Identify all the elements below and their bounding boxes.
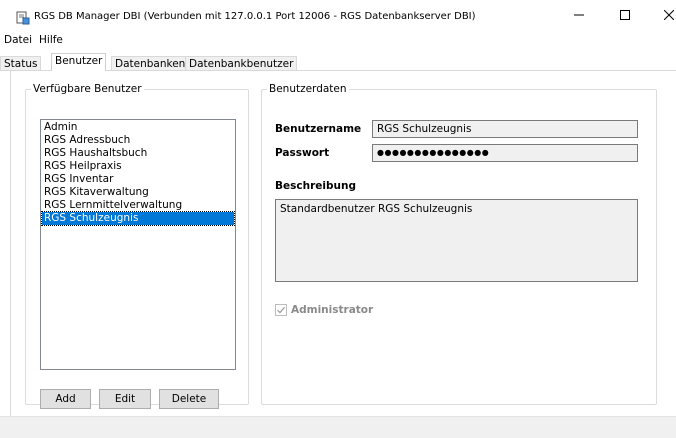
user-details-group: Benutzerdaten Benutzername RGS Schulzeug…: [261, 83, 657, 405]
administrator-label: Administrator: [291, 304, 374, 316]
menu-bar: Datei Hilfe: [0, 30, 676, 50]
edit-user-button[interactable]: Edit: [99, 389, 151, 409]
list-item[interactable]: RGS Heilpraxis: [42, 160, 234, 173]
description-field[interactable]: Standardbenutzer RGS Schulzeugnis: [275, 199, 638, 282]
title-bar: RGS DB Manager DBI (Verbunden mit 127.0.…: [0, 0, 676, 30]
password-field[interactable]: ●●●●●●●●●●●●●●●: [372, 144, 638, 162]
close-icon: [664, 10, 674, 20]
tab-datenbankbenutzer[interactable]: Datenbankbenutzer: [185, 56, 298, 71]
minimize-icon: [574, 14, 584, 16]
list-item[interactable]: RGS Kitaverwaltung: [42, 186, 234, 199]
list-item[interactable]: RGS Haushaltsbuch: [42, 147, 234, 160]
maximize-icon: [620, 10, 630, 20]
available-users-group: Verfügbare Benutzer Admin RGS Adressbuch R…: [25, 83, 249, 409]
minimize-button[interactable]: [556, 0, 602, 30]
tab-datenbanken[interactable]: Datenbanken: [111, 56, 190, 71]
menu-datei[interactable]: Datei: [4, 34, 32, 46]
menu-hilfe[interactable]: Hilfe: [39, 34, 63, 46]
list-item[interactable]: RGS Inventar: [42, 173, 234, 186]
tab-status[interactable]: Status: [0, 56, 42, 71]
list-item[interactable]: RGS Adressbuch: [42, 134, 234, 147]
status-bar: [0, 416, 676, 438]
tab-benutzer[interactable]: Benutzer: [51, 53, 107, 71]
check-icon: [277, 306, 286, 314]
tab-content-benutzer: Verfügbare Benutzer Admin RGS Adressbuch R…: [10, 71, 676, 416]
list-item[interactable]: RGS Lernmittelverwaltung: [42, 199, 234, 212]
description-label: Beschreibung: [275, 180, 356, 192]
delete-user-button[interactable]: Delete: [159, 389, 219, 409]
window-title: RGS DB Manager DBI (Verbunden mit 127.0.…: [34, 11, 476, 22]
user-details-title: Benutzerdaten: [269, 83, 347, 95]
username-label: Benutzername: [275, 123, 362, 135]
maximize-button[interactable]: [602, 0, 648, 30]
add-user-button[interactable]: Add: [40, 389, 91, 409]
close-button[interactable]: [646, 0, 676, 30]
available-users-title: Verfügbare Benutzer: [33, 83, 142, 95]
username-field[interactable]: RGS Schulzeugnis: [372, 120, 638, 138]
database-icon: [16, 11, 30, 25]
tab-strip: Status Benutzer Datenbanken Datenbankben…: [0, 50, 676, 71]
list-item[interactable]: RGS Schulzeugnis: [41, 211, 235, 226]
user-listbox[interactable]: Admin RGS Adressbuch RGS Haushaltsbuch RGS …: [40, 119, 236, 370]
administrator-checkbox-row[interactable]: Administrator: [275, 304, 373, 316]
administrator-checkbox[interactable]: [275, 304, 287, 316]
password-label: Passwort: [275, 147, 330, 159]
list-item[interactable]: Admin: [42, 121, 234, 134]
